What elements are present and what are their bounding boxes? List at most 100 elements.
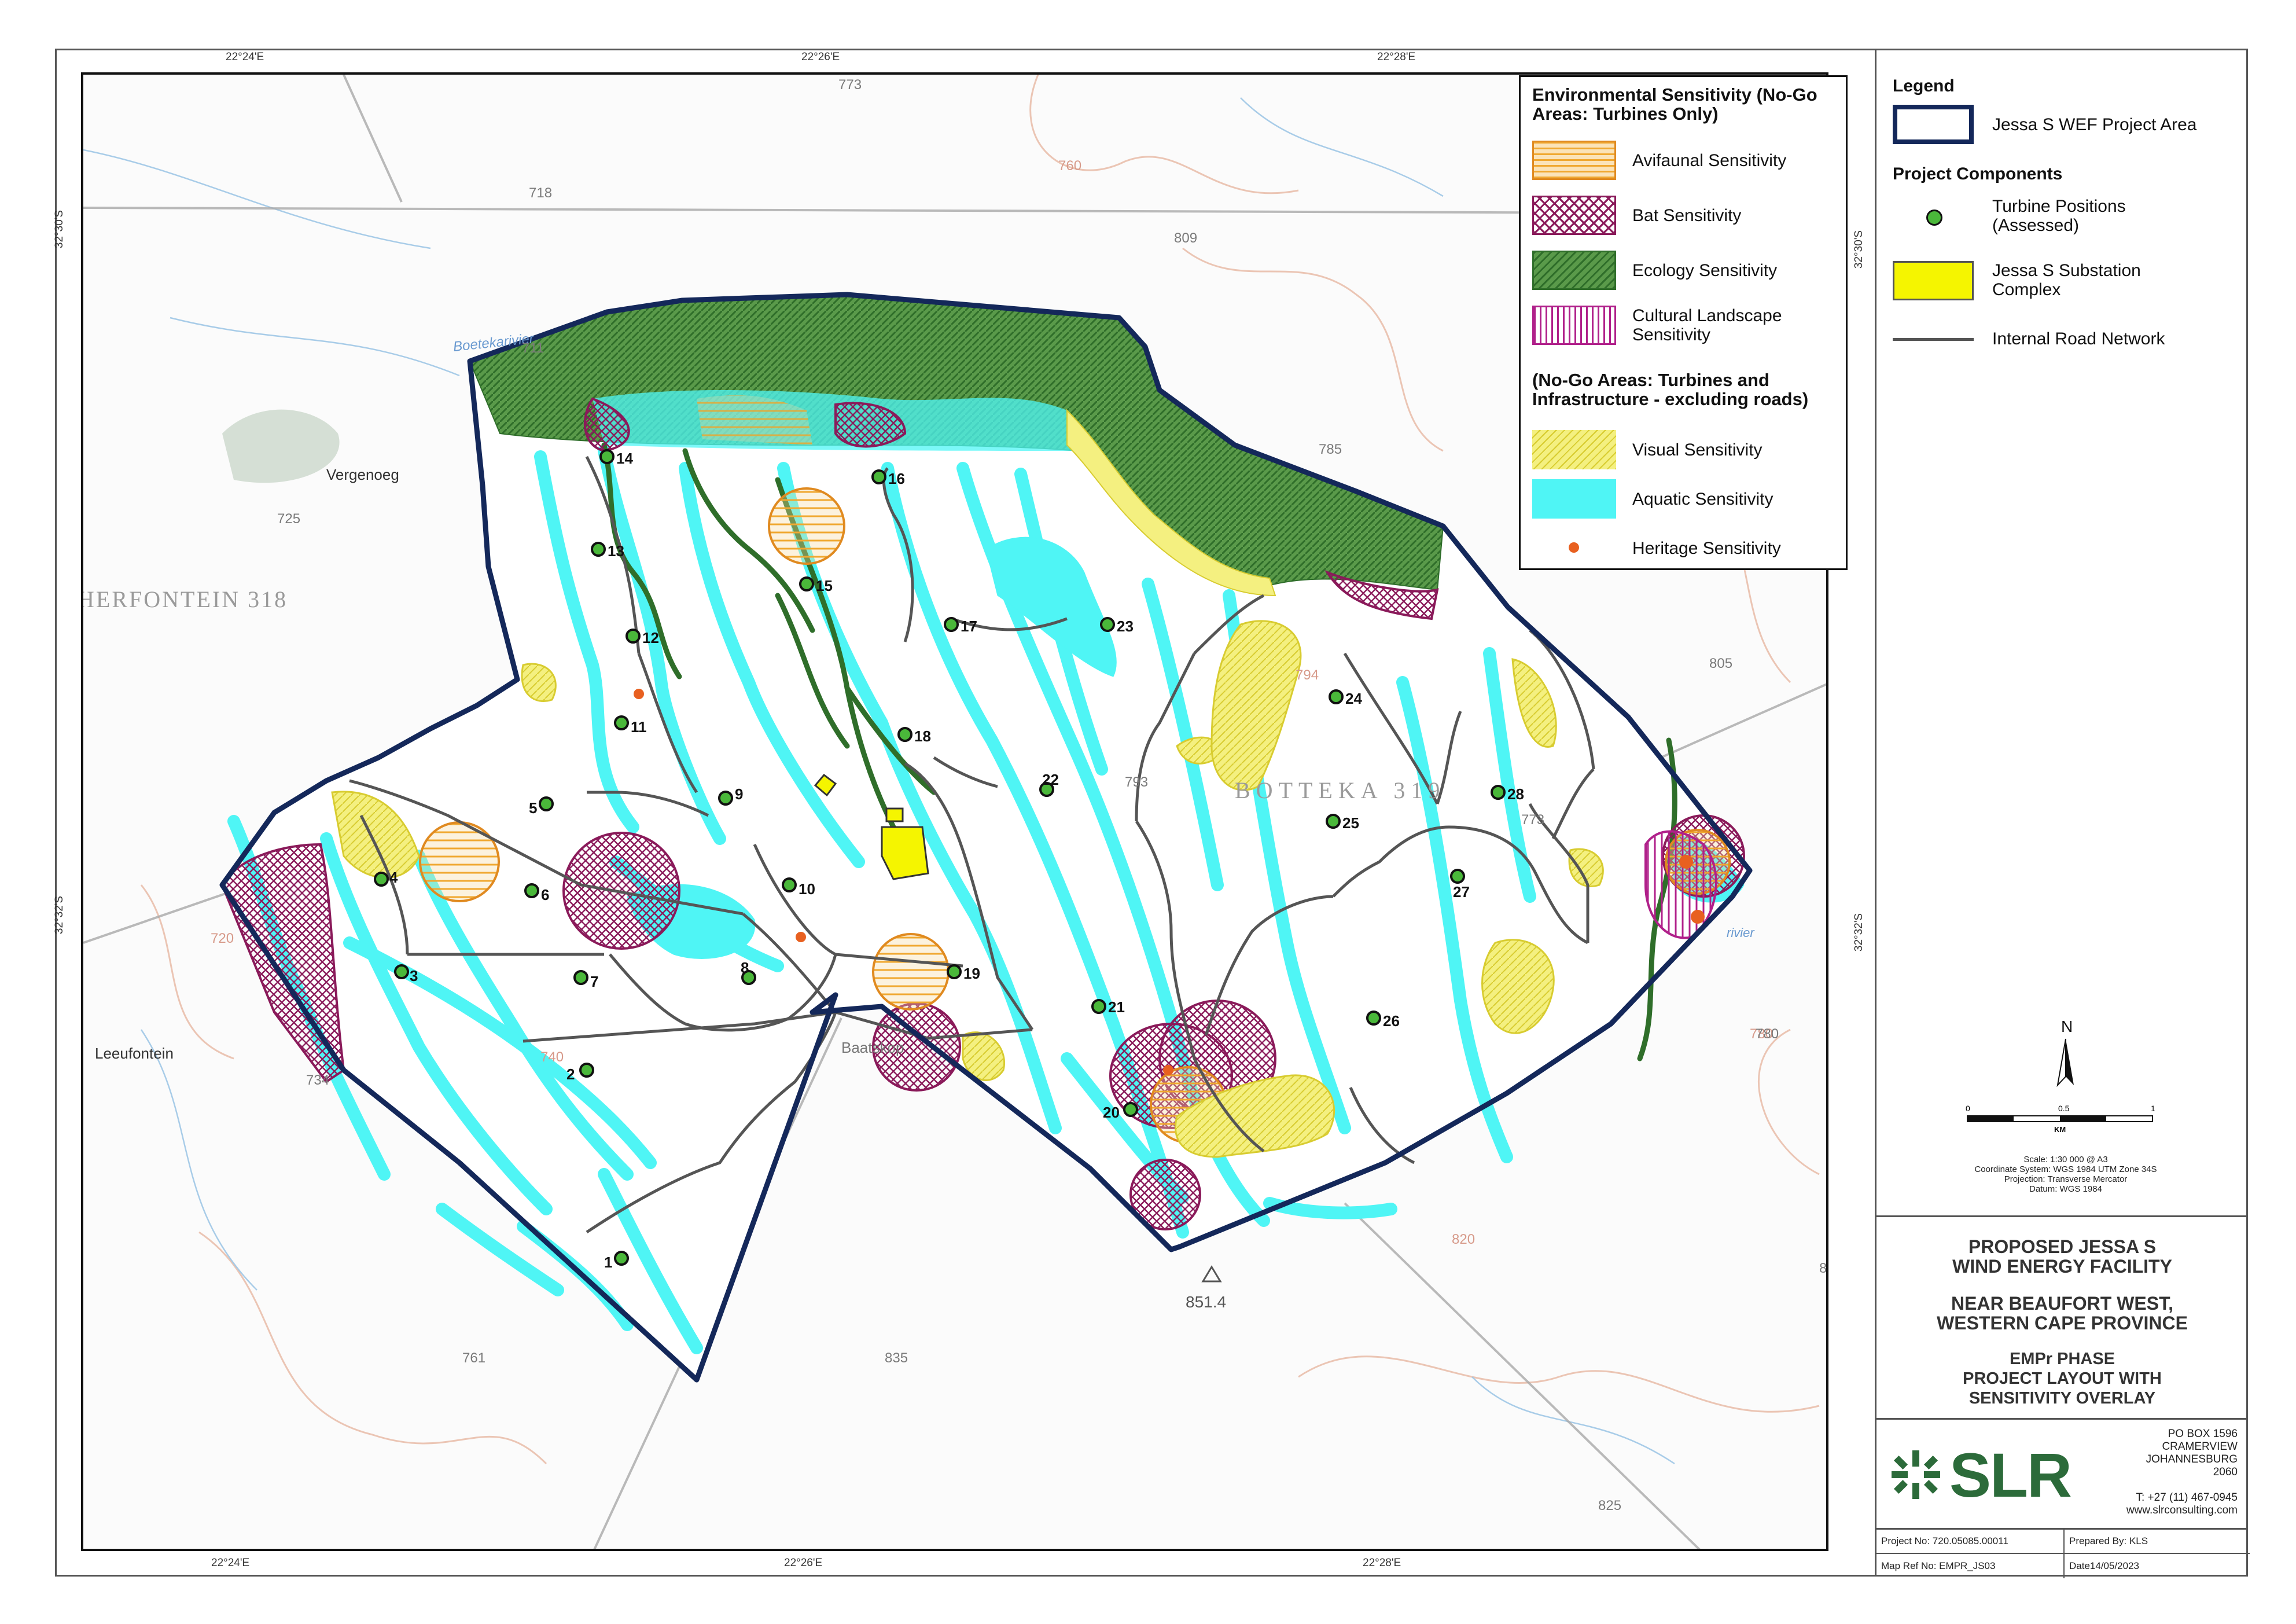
road-legend-label: Internal Road Network <box>1992 329 2165 348</box>
turbine-label: 4 <box>389 869 398 886</box>
cultural-swatch <box>1532 306 1616 345</box>
spot-height: 720 <box>211 931 234 946</box>
turbine-marker <box>1450 869 1465 884</box>
contact-info: T: +27 (11) 467-0945 www.slrconsulting.c… <box>2126 1491 2238 1517</box>
avifaunal-swatch <box>1532 141 1616 180</box>
substation-legend-label: Jessa S Substation Complex <box>1992 261 2141 299</box>
turbine-label: 7 <box>590 973 598 990</box>
project-area-swatch <box>1893 105 1974 144</box>
turbine-icon <box>1926 210 1942 226</box>
turbine-legend-label: Turbine Positions (Assessed) <box>1992 197 2126 235</box>
spot-height: 809 <box>1174 230 1197 246</box>
visual-swatch <box>1532 430 1616 469</box>
slr-logo-icon <box>1892 1450 1940 1499</box>
turbine-label: 16 <box>888 470 905 487</box>
turbine-marker <box>1326 814 1341 829</box>
coord-top-2: 22°26'E <box>801 51 840 63</box>
turbine-marker <box>625 629 641 644</box>
spot-height: 820 <box>1452 1232 1475 1247</box>
turbine-label: 27 <box>1453 883 1470 901</box>
heritage-dot-icon <box>1569 542 1579 553</box>
legend-item-avifaunal: Avifaunal Sensitivity <box>1532 141 1845 187</box>
heritage-swatch <box>1532 528 1616 568</box>
farm-label-2: BOTTEKA 319 <box>1235 777 1445 803</box>
turbine-label: 1 <box>604 1254 612 1271</box>
coord-bottom-3: 22°28'E <box>1363 1557 1401 1569</box>
trig-beacon: 851.4 <box>1186 1293 1226 1311</box>
scale-line: Scale: 1:30 000 @ A3 <box>2023 1155 2108 1164</box>
turbine-marker <box>1091 999 1106 1014</box>
bat-swatch <box>1532 196 1616 235</box>
spot-height: 805 <box>1709 656 1732 671</box>
north-arrow: N <box>2048 1016 2083 1094</box>
scale-line: Projection: Transverse Mercator <box>2004 1174 2128 1184</box>
scale-bar: 0 0.5 1 KM <box>1964 1100 2161 1137</box>
address-line: JOHANNESBURG <box>2146 1453 2238 1465</box>
turbine-marker <box>591 542 606 557</box>
project-area-label: Jessa S WEF Project Area <box>1992 115 2197 134</box>
coord-right-2: 32°32'S <box>1853 913 1866 952</box>
map-date: Date14/05/2023 <box>2069 1560 2139 1571</box>
turbine-marker <box>1329 689 1344 704</box>
company-block: SLR PO BOX 1596 CRAMERVIEW JOHANNESBURG … <box>1875 1418 2248 1528</box>
title-line-1: PROPOSED JESSA S <box>1968 1236 2157 1257</box>
scale-line: Coordinate System: WGS 1984 UTM Zone 34S <box>1974 1164 2157 1174</box>
aquatic-swatch <box>1532 479 1616 519</box>
turbine-label: 23 <box>1117 618 1134 635</box>
turbine-label: 12 <box>642 629 659 646</box>
env-legend-heading-2: (No-Go Areas: Turbines and Infrastructur… <box>1532 370 1809 409</box>
spot-height: 740 <box>540 1049 564 1065</box>
scale-unit: KM <box>2054 1125 2066 1134</box>
spot-height: 825 <box>1598 1498 1621 1513</box>
spot-height: 760 <box>1058 158 1081 174</box>
turbine-label: 24 <box>1345 690 1362 707</box>
turbine-label: 17 <box>961 618 977 635</box>
turbine-label: 25 <box>1342 814 1359 832</box>
turbine-marker <box>944 617 959 632</box>
legend-item-visual: Visual Sensitivity <box>1532 430 1845 476</box>
coord-bottom-2: 22°26'E <box>784 1557 823 1569</box>
title-line-4: WESTERN CAPE PROVINCE <box>1937 1313 2188 1333</box>
spot-height: 793 <box>1125 774 1148 790</box>
turbine-marker <box>374 872 389 887</box>
legend-item-aquatic: Aquatic Sensitivity <box>1532 479 1845 526</box>
coord-right-1: 32°30'S <box>1853 230 1866 269</box>
environmental-sensitivity-legend: Environmental Sensitivity (No-Go Areas: … <box>1519 75 1848 570</box>
turbine-marker <box>614 1251 629 1266</box>
ecology-label: Ecology Sensitivity <box>1632 260 1778 280</box>
turbine-label: 10 <box>799 880 815 898</box>
turbine-label: 26 <box>1383 1012 1400 1030</box>
spot-height: 773 <box>1521 812 1544 828</box>
turbine-marker <box>897 727 912 742</box>
address-line: PO BOX 1596 <box>2168 1428 2238 1440</box>
spot-height: 734 <box>306 1072 329 1088</box>
map-reference: Map Ref No: EMPR_JS03 <box>1876 1554 2065 1578</box>
turbine-marker <box>614 715 629 730</box>
place-baatskop: Baatskop <box>841 1039 904 1056</box>
river-label-2: rivier <box>1727 925 1755 940</box>
turbine-label: 21 <box>1108 998 1125 1016</box>
cultural-label: Cultural Landscape Sensitivity <box>1632 306 1782 344</box>
visual-label: Visual Sensitivity <box>1632 440 1763 460</box>
spot-height: 718 <box>529 185 552 201</box>
substation-swatch <box>1893 261 1974 300</box>
turbine-label: 19 <box>963 965 980 982</box>
title-line-2: WIND ENERGY FACILITY <box>1952 1256 2172 1277</box>
slr-logo-text: SLR <box>1949 1439 2072 1510</box>
turbine-marker <box>524 883 539 898</box>
bat-label: Bat Sensitivity <box>1632 205 1742 225</box>
turbine-marker <box>573 970 588 985</box>
farm-label-1: HERFONTEIN 318 <box>83 586 288 612</box>
website-link[interactable]: www.slrconsulting.com <box>2126 1504 2238 1517</box>
spot-height: 785 <box>1319 442 1342 457</box>
scale-text: Scale: 1:30 000 @ A3 Coordinate System: … <box>1927 1155 2205 1194</box>
turbine-marker <box>947 964 962 979</box>
postal-address: PO BOX 1596 CRAMERVIEW JOHANNESBURG 2060 <box>2146 1428 2238 1479</box>
turbine-marker <box>1123 1102 1138 1117</box>
turbine-label: 22 <box>1042 771 1059 788</box>
turbine-label: 15 <box>816 577 833 594</box>
turbine-label: 11 <box>631 718 647 736</box>
turbine-marker <box>579 1063 594 1078</box>
map-metadata: Project No: 720.05085.00011 Prepared By:… <box>1875 1528 2250 1578</box>
turbine-label: 18 <box>914 728 931 745</box>
